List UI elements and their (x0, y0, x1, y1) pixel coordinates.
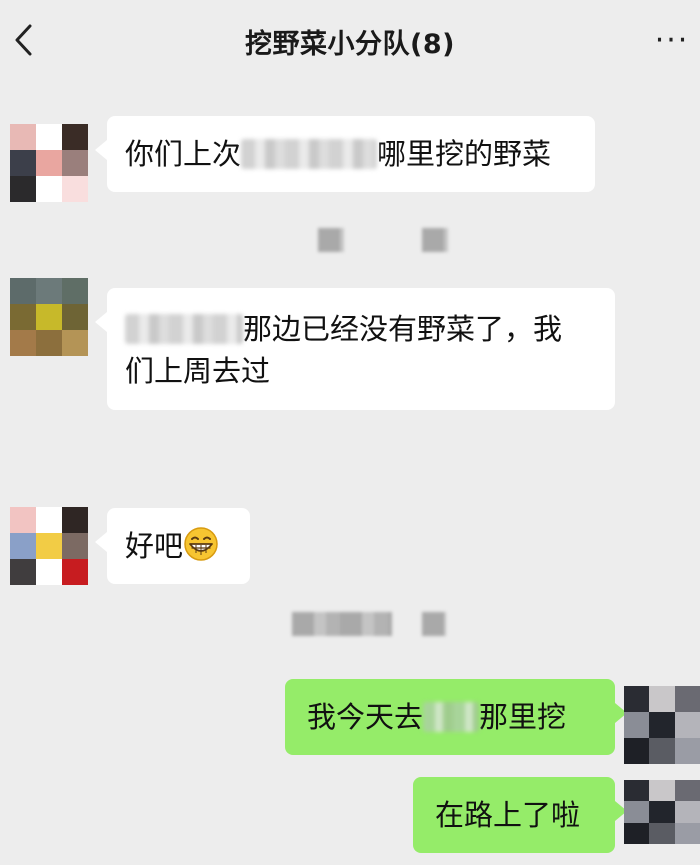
system-message-redacted (318, 228, 344, 252)
message-text: 我今天去 (307, 700, 424, 734)
avatar[interactable] (10, 507, 88, 585)
ellipsis-icon: ··· (654, 22, 690, 58)
avatar[interactable] (624, 686, 700, 764)
blurred-text (241, 139, 378, 169)
message-bubble[interactable]: 你们上次 哪里挖的野菜 (95, 116, 595, 192)
avatar[interactable] (10, 124, 88, 202)
message-text: 你们上次 (125, 137, 242, 171)
message-text: 在路上了啦 (435, 798, 581, 832)
blurred-text (423, 702, 480, 732)
more-button[interactable]: ··· (650, 22, 694, 58)
message-bubble[interactable]: 在路上了啦 (413, 777, 627, 853)
system-message-redacted (292, 612, 392, 636)
blurred-text (125, 314, 243, 344)
message-bubble[interactable]: 我今天去 那里挖 (285, 679, 627, 755)
message-text: 好吧 (125, 529, 184, 563)
message-bubble[interactable]: 那边已经没有野菜了，我 们上周去过 (95, 288, 615, 410)
system-message-redacted (422, 228, 448, 252)
avatar[interactable] (10, 278, 88, 356)
message-text: 那里挖 (479, 700, 567, 734)
message-bubble[interactable]: 好吧 (95, 508, 250, 584)
chat-header: 挖野菜小分队(8) ··· (0, 0, 700, 86)
chat-title: 挖野菜小分队(8) (245, 29, 455, 60)
message-text: 哪里挖的野菜 (377, 137, 552, 171)
message-text: 们上周去过 (125, 354, 271, 388)
system-message-redacted (422, 612, 446, 636)
grinning-face-emoji (184, 527, 218, 561)
message-text: 那边已经没有野菜了，我 (243, 312, 563, 346)
avatar[interactable] (624, 780, 700, 844)
